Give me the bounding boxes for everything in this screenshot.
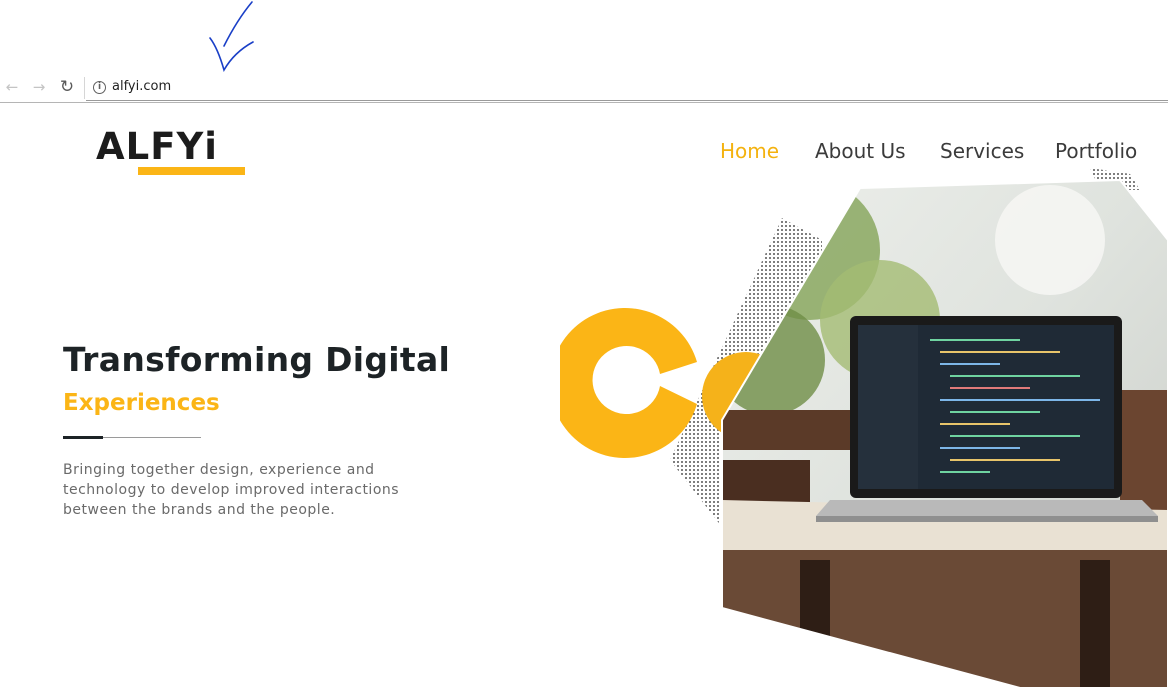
address-underline [86,100,1168,101]
back-button[interactable]: ← [3,78,21,96]
laptop-photo-graphic [550,168,1168,689]
logo-underline [138,167,245,175]
checkmark-annotation-icon [209,1,254,73]
info-icon[interactable]: i [93,81,106,94]
arrow-right-icon: → [32,78,46,96]
annotation-area [0,0,1168,73]
reload-icon: ↻ [59,77,75,97]
address-separator [84,77,85,99]
arrow-left-icon: ← [5,78,19,96]
hero-description-line: between the brands and the people. [63,502,336,518]
address-bar[interactable]: alfyi.com [112,79,171,94]
hero-title: Transforming Digital [63,340,451,379]
hero-divider [63,436,103,439]
hero-image [550,160,1168,689]
browser-toolbar: ← → ↻ i alfyi.com [0,72,1168,103]
hero-subtitle: Experiences [63,390,220,416]
site-logo[interactable]: ALFYi [96,124,218,170]
reload-button[interactable]: ↻ [58,77,76,97]
forward-button[interactable]: → [30,78,48,96]
hero-divider-line [103,437,201,438]
yellow-c-shape [550,308,697,458]
hero-description-line: Bringing together design, experience and [63,462,375,478]
hero-description: Bringing together design, experience and… [63,460,423,520]
hero-description-line: technology to develop improved interacti… [63,482,400,498]
